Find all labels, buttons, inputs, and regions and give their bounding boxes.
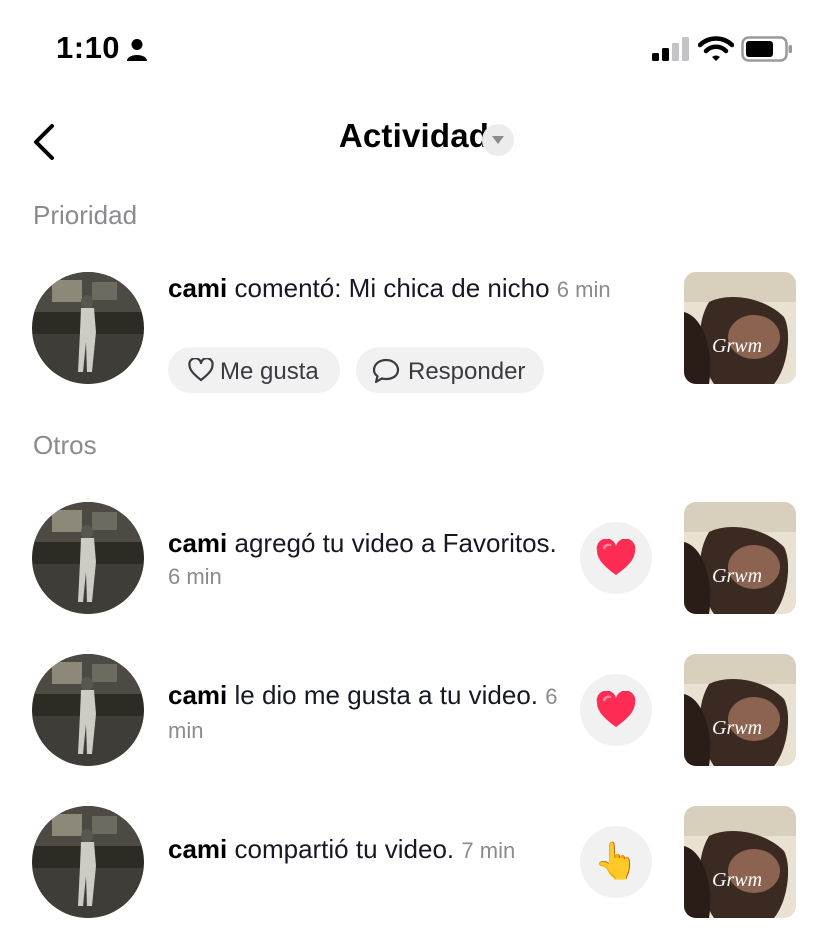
activity-text: cami compartió tu video. 7 min [168, 833, 568, 867]
battery-icon [741, 36, 792, 62]
thumbnail-image: Grwm [684, 806, 796, 918]
reply-button-label: Responder [408, 358, 526, 385]
comment-bubble-icon [372, 358, 400, 384]
username[interactable]: cami [168, 834, 227, 864]
avatar-image [32, 272, 144, 384]
thumbnail-caption: Grwm [712, 565, 762, 587]
thumbnail-image: Grwm [684, 272, 796, 384]
avatar[interactable] [32, 654, 144, 766]
timestamp: 7 min [461, 838, 516, 863]
like-button-label: Me gusta [220, 358, 319, 385]
filter-dropdown-button[interactable] [482, 124, 514, 156]
thumbnail-caption: Grwm [712, 335, 762, 357]
video-thumbnail[interactable]: Grwm [684, 654, 796, 766]
priority-comment-text: cami comentó: Mi chica de nicho 6 min [168, 272, 638, 306]
avatar[interactable] [32, 502, 144, 614]
video-thumbnail[interactable]: Grwm [684, 502, 796, 614]
avatar[interactable] [32, 806, 144, 918]
timestamp: 6 min [556, 277, 611, 302]
status-time: 1:10 [56, 30, 121, 65]
timestamp: 6 min [168, 564, 222, 589]
avatar-image [32, 806, 144, 918]
avatar-image [32, 654, 144, 766]
section-label-priority: Prioridad [33, 200, 138, 230]
username[interactable]: cami [168, 528, 227, 558]
activity-description: le dio me gusta a tu video. [227, 680, 546, 710]
activity-text: cami agregó tu video a Favoritos. 6 min [168, 527, 568, 593]
header: Actividad [0, 117, 828, 155]
heart-icon [596, 539, 636, 575]
reaction-badge [580, 522, 652, 594]
page-title: Actividad [338, 117, 490, 154]
reaction-badge: 👆 [580, 826, 652, 898]
thumbnail-image: Grwm [684, 654, 796, 766]
pointing-hand-icon: 👆 [593, 840, 639, 881]
thumbnail-caption: Grwm [712, 869, 762, 891]
username[interactable]: cami [168, 273, 227, 303]
person-icon [127, 39, 147, 61]
video-thumbnail[interactable]: Grwm [684, 806, 796, 918]
avatar-image [32, 502, 144, 614]
reply-button[interactable]: Responder [356, 347, 544, 393]
thumbnail-image: Grwm [684, 502, 796, 614]
caret-down-icon [492, 136, 504, 144]
activity-description: compartió tu video. [227, 834, 462, 864]
heart-outline-icon [188, 358, 214, 382]
heart-icon [596, 691, 636, 727]
username[interactable]: cami [168, 680, 227, 710]
reaction-badge [580, 674, 652, 746]
video-thumbnail[interactable]: Grwm [684, 272, 796, 384]
activity-description: agregó tu video a Favoritos. [227, 528, 557, 558]
like-comment-button[interactable]: Me gusta [168, 347, 340, 393]
avatar[interactable] [32, 272, 144, 384]
section-label-others: Otros [33, 430, 97, 460]
thumbnail-caption: Grwm [712, 717, 762, 739]
cellular-signal-icon [652, 37, 689, 61]
comment-text: comentó: Mi chica de nicho [227, 273, 557, 303]
status-bar: 1:10 [0, 0, 828, 100]
wifi-icon [698, 36, 734, 61]
activity-text: cami le dio me gusta a tu video. 6 min [168, 679, 568, 747]
